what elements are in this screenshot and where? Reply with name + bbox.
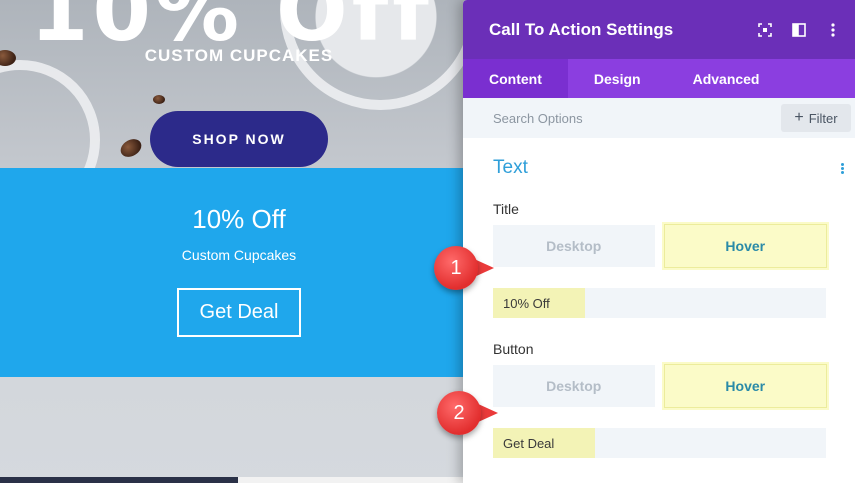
panel-header: Call To Action Settings: [463, 0, 855, 59]
button-field-label: Button: [493, 341, 534, 357]
hero-section: 10% Off CUSTOM CUPCAKES SHOP NOW: [0, 0, 470, 220]
button-text-value: Get Deal: [493, 428, 595, 458]
title-mode-toggle: Desktop Hover: [493, 224, 827, 268]
button-text-input[interactable]: Get Deal: [493, 428, 826, 458]
split-view-icon[interactable]: [789, 20, 809, 40]
next-section-strip: [0, 477, 238, 483]
tab-bar: Content Design Advanced: [463, 59, 855, 98]
button-desktop-tab[interactable]: Desktop: [493, 365, 655, 407]
more-vertical-icon[interactable]: [823, 20, 843, 40]
coffee-bean-decoration: [117, 135, 145, 161]
cta-subtitle: Custom Cupcakes: [181, 247, 297, 263]
shop-now-button[interactable]: SHOP NOW: [150, 111, 328, 167]
button-hover-tab[interactable]: Hover: [663, 364, 827, 408]
title-field-label: Title: [493, 201, 519, 217]
title-input[interactable]: 10% Off: [493, 288, 826, 318]
get-deal-button[interactable]: Get Deal: [177, 288, 301, 337]
callout-marker-1: 1: [434, 246, 478, 290]
call-to-action-module: 10% Off Custom Cupcakes Get Deal: [0, 168, 470, 377]
tab-design[interactable]: Design: [568, 59, 667, 98]
filter-button[interactable]: + Filter: [781, 104, 851, 132]
settings-panel: Call To Action Settings Content Design A…: [463, 0, 855, 483]
title-hover-tab[interactable]: Hover: [663, 224, 827, 268]
section-menu-icon[interactable]: [839, 162, 845, 176]
tab-advanced[interactable]: Advanced: [667, 59, 786, 98]
title-desktop-tab[interactable]: Desktop: [493, 225, 655, 267]
filter-label: Filter: [808, 110, 838, 126]
section-title-text[interactable]: Text: [493, 157, 528, 179]
tab-content[interactable]: Content: [463, 59, 568, 98]
plus-icon: +: [794, 109, 804, 126]
next-section-strip: [238, 477, 470, 483]
panel-title: Call To Action Settings: [489, 19, 674, 39]
button-mode-toggle: Desktop Hover: [493, 364, 827, 408]
expand-icon[interactable]: [755, 20, 775, 40]
title-value: 10% Off: [493, 288, 585, 318]
cta-title: 10% Off: [192, 204, 286, 234]
hero-subtitle: CUSTOM CUPCAKES: [144, 46, 334, 65]
coffee-bean-decoration: [153, 95, 165, 104]
callout-marker-2: 2: [437, 391, 481, 435]
search-row: + Filter: [463, 98, 855, 138]
search-options-input[interactable]: [463, 110, 743, 126]
page-preview: 10% Off CUSTOM CUPCAKES SHOP NOW 10% Off…: [0, 0, 470, 483]
